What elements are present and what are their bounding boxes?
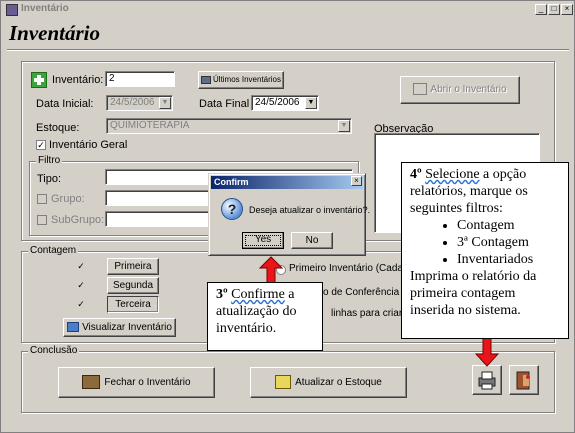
inventario-field[interactable]: 2: [105, 71, 175, 87]
list-item: Inventariados: [457, 251, 560, 268]
dialog-message: Deseja atualizar o inventário?.: [249, 205, 371, 215]
linhas-label: linhas para criar: [331, 308, 403, 319]
visualizar-inventario-label: Visualizar Inventário: [82, 322, 172, 333]
hand-icon: [413, 83, 428, 96]
inventario-window: Inventário _ □ × Inventário Inventário: …: [0, 0, 575, 433]
list-item: Contagem: [457, 217, 560, 234]
dialog-title: Confirm: [211, 176, 363, 189]
visualizar-inventario-button[interactable]: Visualizar Inventário: [63, 318, 176, 337]
no-button[interactable]: No: [291, 232, 333, 249]
document-icon: [67, 322, 80, 333]
computer-icon: [200, 75, 211, 84]
printer-icon: [478, 371, 496, 390]
title-bar: Inventário _ □ ×: [3, 3, 573, 17]
callout-4-list: Contagem 3ª Contagem Inventariados: [410, 217, 560, 268]
primeira-check[interactable]: ✓: [76, 262, 86, 272]
chevron-down-icon[interactable]: ▼: [159, 97, 171, 109]
divider: [7, 49, 569, 51]
abrir-inventario-label: Abrir o Inventário: [430, 84, 507, 95]
list-item: 3ª Contagem: [457, 234, 560, 251]
close-button[interactable]: ×: [561, 4, 573, 15]
conferencia-label: o de Conferência (: [323, 287, 406, 298]
tipo-label: Tipo:: [37, 173, 62, 185]
confirm-dialog: Confirm × ? Deseja atualizar o inventári…: [208, 173, 370, 256]
data-inicial-label: Data Inicial:: [36, 98, 94, 110]
segunda-check[interactable]: ✓: [76, 281, 86, 291]
minimize-button[interactable]: _: [535, 4, 547, 15]
callout-4-step: 4º: [410, 167, 422, 182]
data-inicial-value: 24/5/2006: [110, 97, 155, 108]
estoque-value: QUIMIOTERAPIA: [110, 120, 190, 131]
add-icon[interactable]: [31, 72, 47, 88]
contagem-label: Contagem: [28, 245, 79, 256]
exit-button[interactable]: [509, 365, 539, 395]
chevron-down-icon[interactable]: ▼: [305, 97, 317, 109]
callout-3-keyword: Confirme: [231, 287, 285, 302]
print-report-button[interactable]: [472, 365, 502, 395]
fechar-inventario-button[interactable]: Fechar o Inventário: [58, 367, 215, 398]
inventario-label: Inventário:: [52, 74, 104, 86]
maximize-button[interactable]: □: [548, 4, 560, 15]
ultimos-inventarios-label: Últimos Inventários: [212, 75, 282, 84]
data-final-value: 24/5/2006: [255, 97, 300, 108]
data-final-field[interactable]: 24/5/2006 ▼: [251, 95, 319, 111]
subgrupo-label: SubGrupo:: [51, 214, 105, 226]
arrow-down-to-printer: [475, 337, 499, 367]
question-icon: ?: [221, 198, 243, 220]
callout-3-step: 3º: [216, 287, 228, 302]
subgrupo-checkbox[interactable]: [37, 215, 47, 225]
yes-button[interactable]: Yes: [242, 232, 284, 249]
chevron-down-icon[interactable]: ▼: [338, 120, 350, 132]
atualizar-estoque-button[interactable]: Atualizar o Estoque: [250, 367, 407, 398]
primeiro-inventario-label: Primeiro Inventário (Cadast: [289, 263, 411, 274]
terceira-button[interactable]: Terceira: [107, 296, 159, 313]
exit-door-icon: [516, 371, 530, 390]
estoque-select[interactable]: QUIMIOTERAPIA ▼: [106, 118, 352, 134]
callout-4-keyword: Selecione: [425, 167, 480, 182]
segunda-button[interactable]: Segunda: [107, 277, 159, 294]
data-inicial-field[interactable]: 24/5/2006 ▼: [106, 95, 173, 111]
conclusao-label: Conclusão: [28, 345, 80, 356]
dialog-close-button[interactable]: ×: [351, 176, 362, 186]
fechar-inventario-label: Fechar o Inventário: [104, 377, 191, 388]
grupo-checkbox[interactable]: [37, 194, 47, 204]
inventario-geral-label: Inventário Geral: [49, 139, 128, 151]
grupo-label: Grupo:: [51, 193, 85, 205]
window-title: Inventário: [21, 3, 69, 14]
app-icon: [6, 4, 18, 16]
pencil-note-icon: [275, 375, 292, 390]
callout-4-footer: Imprima o relatório da primeira contagem…: [410, 269, 537, 318]
inventario-geral-checkbox[interactable]: ✓: [36, 140, 46, 150]
filtro-label: Filtro: [36, 155, 63, 166]
atualizar-estoque-label: Atualizar o Estoque: [295, 377, 382, 388]
primeira-button[interactable]: Primeira: [107, 258, 159, 275]
callout-step-4: 4º Selecione a opção relatórios, marque …: [401, 162, 569, 339]
estoque-label: Estoque:: [36, 122, 80, 134]
desk-icon: [82, 375, 101, 390]
terceira-check[interactable]: ✓: [76, 300, 86, 310]
ultimos-inventarios-button[interactable]: Últimos Inventários: [198, 71, 284, 89]
callout-step-3: 3º Confirme a atualização do inventário.: [207, 282, 323, 351]
page-title: Inventário: [9, 21, 101, 45]
abrir-inventario-button[interactable]: Abrir o Inventário: [400, 76, 520, 104]
data-final-label: Data Final: [199, 98, 250, 110]
